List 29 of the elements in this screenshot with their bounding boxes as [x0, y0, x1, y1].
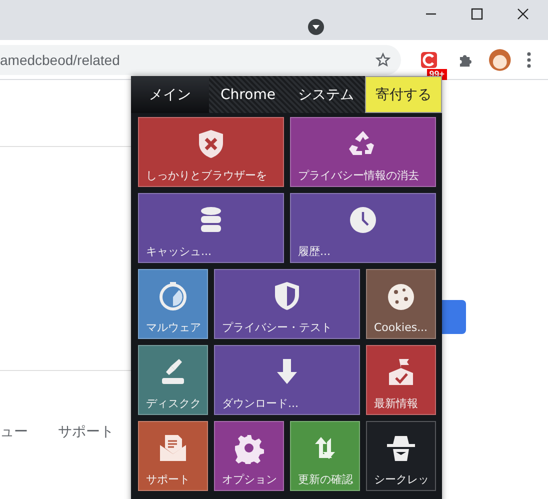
menu-tab[interactable]: メイン: [131, 76, 209, 113]
address-bar[interactable]: amedcbeod/related: [0, 44, 401, 74]
menu-tile[interactable]: しっかりとブラウザーを: [138, 117, 284, 187]
menu-icon[interactable]: [526, 50, 532, 68]
menu-tile[interactable]: サポート: [138, 421, 208, 491]
nav-link[interactable]: サポート: [58, 423, 114, 441]
menu-tile[interactable]: キャッシュ...: [138, 193, 284, 263]
star-icon[interactable]: [374, 52, 391, 68]
menu-tile[interactable]: シークレッ: [366, 421, 436, 491]
menu-tile[interactable]: Cookies...: [366, 269, 436, 339]
menu-tile[interactable]: オプション: [214, 421, 284, 491]
menu-tile[interactable]: 履歴...: [290, 193, 436, 263]
dropdown-icon[interactable]: [308, 19, 324, 35]
menu-tile[interactable]: 最新情報: [366, 345, 436, 415]
menu-tile[interactable]: プライバシー情報の消去: [290, 117, 436, 187]
stopwatch-icon: [157, 280, 189, 312]
nav-link[interactable]: ュー: [0, 423, 28, 441]
maximize-icon[interactable]: [470, 7, 484, 21]
menu-tab[interactable]: システム: [287, 76, 365, 113]
donate-tab[interactable]: 寄付する: [365, 76, 442, 113]
menu-tile[interactable]: ダウンロード...: [214, 345, 360, 415]
menu-tile[interactable]: 更新の確認: [290, 421, 360, 491]
close-icon[interactable]: [516, 7, 530, 21]
extension-icon[interactable]: [418, 50, 439, 70]
menu-tab[interactable]: Chrome: [209, 76, 287, 113]
menu-tile[interactable]: プライバシー・テスト: [214, 269, 360, 339]
avatar-icon[interactable]: [488, 48, 512, 72]
menu-tile[interactable]: マルウェア: [138, 269, 208, 339]
menu-tile[interactable]: ディスクク: [138, 345, 208, 415]
